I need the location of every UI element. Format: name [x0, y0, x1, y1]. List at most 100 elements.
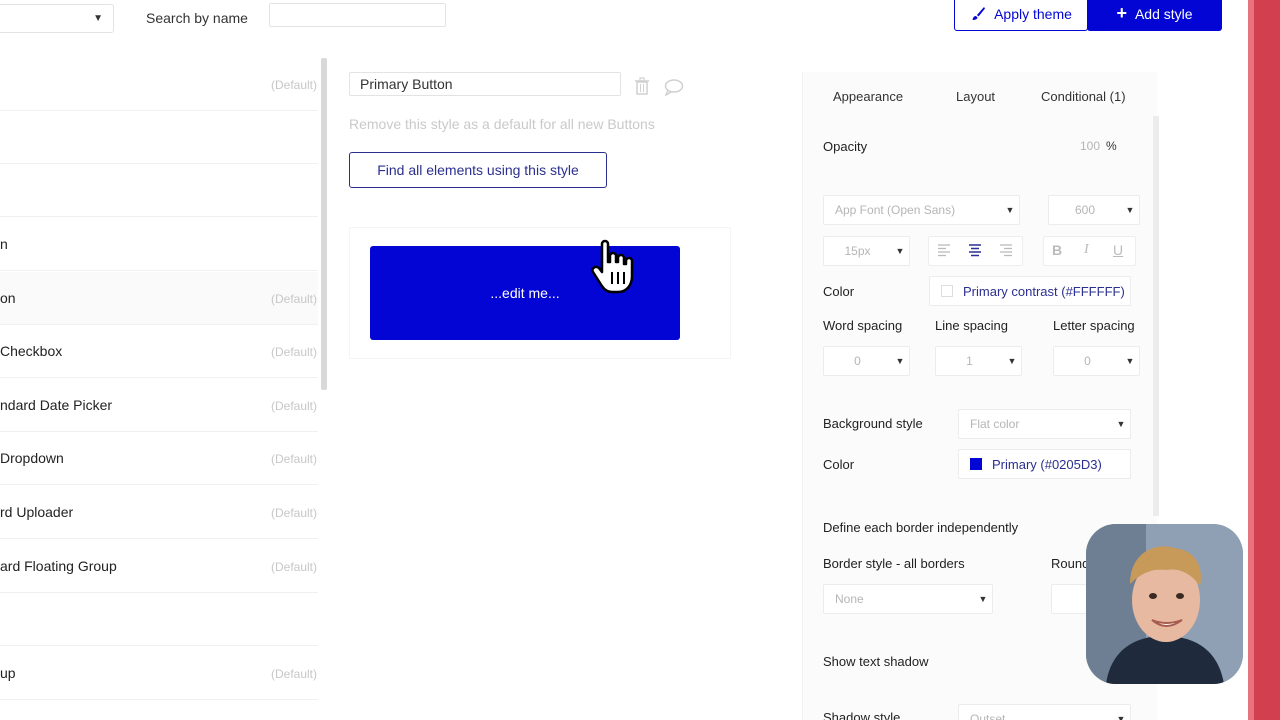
list-item[interactable]: ndard Date Picker (Default) [0, 379, 318, 432]
caret-down-icon: ▼ [1005, 205, 1015, 215]
default-tag: (Default) [270, 399, 317, 413]
list-item[interactable] [0, 164, 318, 217]
word-spacing-label: Word spacing [823, 318, 903, 333]
style-name: ard Floating Group [0, 558, 117, 574]
style-name: ndard Date Picker [0, 397, 113, 413]
default-tag: (Default) [270, 78, 317, 92]
underline-toggle[interactable]: U [1113, 242, 1123, 258]
default-tag: (Default) [270, 667, 317, 681]
font-color-label: Color [823, 284, 855, 299]
list-item[interactable]: ard Floating Group (Default) [0, 540, 318, 593]
panel-scrollbar[interactable] [1153, 116, 1159, 516]
tab-appearance[interactable]: Appearance [833, 89, 903, 104]
find-elements-button[interactable]: Find all elements using this style [349, 152, 607, 188]
font-weight-value: 600 [1074, 203, 1096, 217]
default-tag: (Default) [270, 452, 317, 466]
roundness-label: Round [1051, 556, 1090, 571]
list-item[interactable] [0, 111, 318, 164]
opacity-input[interactable]: 100 % [1080, 132, 1130, 160]
hand-cursor-icon [591, 239, 634, 294]
list-scrollbar[interactable] [321, 58, 327, 390]
caret-down-icon: ▼ [1116, 419, 1126, 429]
line-spacing-dropdown[interactable]: 1 ▼ [935, 346, 1022, 376]
font-family-dropdown[interactable]: App Font (Open Sans) ▼ [823, 195, 1020, 225]
shadow-style-label: Shadow style [823, 710, 901, 720]
color-swatch [970, 458, 982, 470]
comment-icon[interactable] [664, 78, 684, 96]
style-name: on [0, 290, 16, 306]
list-item-selected[interactable]: on (Default) [0, 272, 318, 325]
italic-toggle[interactable]: I [1084, 242, 1089, 258]
list-item[interactable]: up (Default) [0, 647, 318, 700]
add-style-label: Add style [1134, 5, 1193, 22]
word-spacing-value: 0 [854, 354, 861, 368]
style-name: Dropdown [0, 450, 64, 466]
caret-down-icon: ▼ [895, 356, 905, 366]
style-name-field[interactable]: Primary Button [349, 72, 621, 96]
caret-down-icon: ▼ [978, 594, 988, 604]
caret-down-icon: ▼ [1116, 714, 1126, 720]
letter-spacing-dropdown[interactable]: 0 ▼ [1053, 346, 1140, 376]
preview-text: ...edit me... [490, 285, 560, 301]
caret-down-icon: ▼ [1125, 356, 1135, 366]
apply-theme-button[interactable]: Apply theme [954, 0, 1088, 31]
font-size-dropdown[interactable]: 15px ▼ [823, 236, 910, 266]
background-edge [1248, 0, 1280, 720]
roundness-input[interactable] [1051, 584, 1091, 614]
bg-color-picker[interactable]: Primary (#0205D3) [958, 449, 1131, 479]
list-item[interactable] [0, 593, 318, 646]
opacity-unit: % [1106, 139, 1117, 153]
bold-toggle[interactable]: B [1052, 242, 1062, 258]
presenter-image [1086, 524, 1243, 684]
background-style-dropdown[interactable]: Flat color ▼ [958, 409, 1131, 439]
border-style-dropdown[interactable]: None ▼ [823, 584, 993, 614]
font-color-value: Primary contrast (#FFFFFF) [963, 283, 1125, 299]
list-item[interactable]: rd Uploader (Default) [0, 486, 318, 539]
opacity-value: 100 [1080, 139, 1101, 153]
list-item[interactable]: (Default) [0, 58, 318, 111]
brush-icon [972, 6, 986, 20]
default-tag: (Default) [270, 560, 317, 574]
line-spacing-value: 1 [966, 354, 973, 368]
style-name: n [0, 236, 8, 252]
add-style-button[interactable]: + Add style [1087, 0, 1222, 31]
apply-theme-label: Apply theme [994, 5, 1072, 22]
style-name: Checkbox [0, 343, 63, 359]
shadow-style-value: Outset [970, 712, 1006, 720]
list-item[interactable]: Checkbox (Default) [0, 325, 318, 378]
styles-list: (Default) n on (Default) Checkbox (Defau… [0, 58, 318, 720]
style-name: rd Uploader [0, 504, 74, 520]
font-color-picker[interactable]: Primary contrast (#FFFFFF) [929, 276, 1131, 306]
caret-down-icon: ▼ [1007, 356, 1017, 366]
list-item[interactable]: n [0, 218, 318, 271]
shadow-style-dropdown[interactable]: Outset ▼ [958, 704, 1131, 720]
webcam-overlay [1086, 524, 1243, 684]
remove-default-link[interactable]: Remove this style as a default for all n… [349, 116, 655, 132]
trash-icon[interactable] [634, 77, 650, 95]
bg-color-value: Primary (#0205D3) [992, 456, 1102, 472]
default-tag: (Default) [270, 345, 317, 359]
list-item[interactable]: Dropdown (Default) [0, 432, 318, 485]
tab-conditional[interactable]: Conditional (1) [1041, 89, 1126, 104]
color-swatch [941, 285, 953, 297]
letter-spacing-value: 0 [1084, 354, 1091, 368]
default-tag: (Default) [270, 292, 317, 306]
word-spacing-dropdown[interactable]: 0 ▼ [823, 346, 910, 376]
line-spacing-label: Line spacing [935, 318, 1008, 333]
background-style-value: Flat color [970, 417, 1020, 431]
font-family-value: App Font (Open Sans) [835, 203, 956, 217]
align-center-icon[interactable] [968, 243, 982, 257]
text-shadow-label: Show text shadow [823, 654, 929, 669]
default-tag: (Default) [270, 506, 317, 520]
border-style-value: None [835, 592, 864, 606]
style-name: up [0, 665, 16, 681]
align-right-icon[interactable] [999, 243, 1013, 257]
letter-spacing-label: Letter spacing [1053, 318, 1135, 333]
caret-down-icon: ▼ [895, 246, 905, 256]
element-type-dropdown[interactable]: ▼ [0, 4, 114, 33]
tab-layout[interactable]: Layout [956, 89, 995, 104]
align-left-icon[interactable] [937, 243, 951, 257]
font-weight-dropdown[interactable]: 600 ▼ [1048, 195, 1140, 225]
search-label: Search by name [146, 10, 248, 26]
search-input[interactable] [269, 3, 446, 27]
